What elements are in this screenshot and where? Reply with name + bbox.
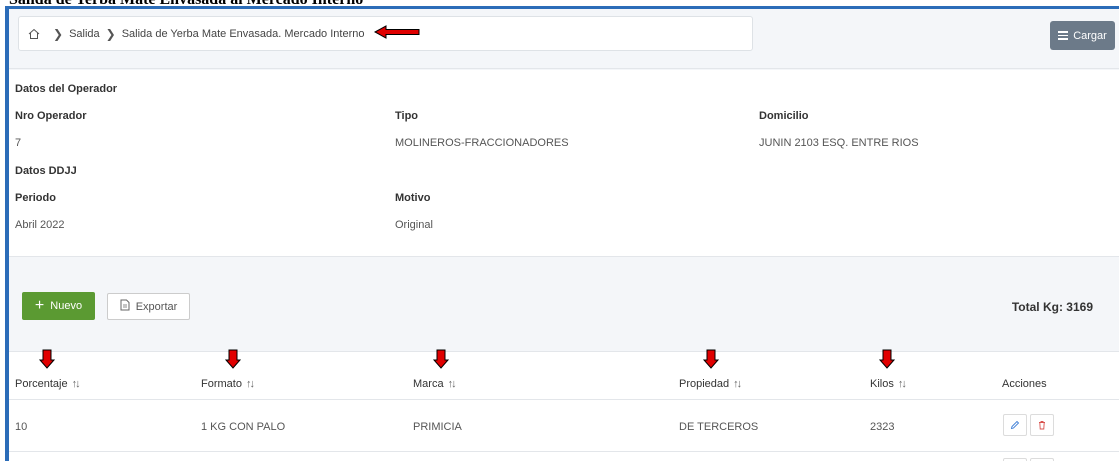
operador-section-title: Datos del Operador [15, 83, 118, 95]
breadcrumb-item-salida[interactable]: Salida [69, 28, 100, 40]
periodo-value: Abril 2022 [15, 219, 65, 231]
column-label: Acciones [1002, 378, 1047, 390]
domicilio-value: JUNIN 2103 ESQ. ENTRE RIOS [759, 137, 919, 149]
cargar-button[interactable]: Cargar [1050, 21, 1115, 50]
info-panel: Datos del Operador Nro Operador 7 Tipo M… [9, 70, 1119, 257]
sort-icon: ↑↓ [71, 378, 81, 390]
column-label: Kilos [870, 378, 894, 390]
motivo-label: Motivo [395, 192, 431, 204]
file-export-icon [120, 299, 130, 314]
sort-icon: ↑↓ [733, 378, 742, 390]
exportar-button[interactable]: Exportar [107, 293, 190, 320]
nro-operador-label: Nro Operador [15, 110, 87, 122]
data-table: Porcentaje ↑↓ Formato ↑↓ Marca ↑↓ Propie… [9, 349, 1119, 461]
delete-button[interactable] [1030, 414, 1054, 436]
column-header-acciones: Acciones [1002, 378, 1047, 390]
table-row-partial [9, 453, 1119, 461]
nuevo-button[interactable]: + Nuevo [22, 292, 95, 320]
column-label: Marca [413, 378, 444, 390]
annotation-arrow-down-icon [38, 349, 56, 374]
annotation-arrow-down-icon [432, 349, 450, 374]
column-label: Propiedad [679, 378, 730, 390]
app-frame: ❯ Salida ❯ Salida de Yerba Mate Envasada… [5, 6, 1119, 461]
sort-icon: ↑↓ [447, 378, 457, 390]
nuevo-label: Nuevo [50, 300, 83, 312]
breadcrumb-item-current: Salida de Yerba Mate Envasada. Mercado I… [121, 27, 365, 40]
cargar-label: Cargar [1073, 29, 1107, 42]
breadcrumb: ❯ Salida ❯ Salida de Yerba Mate Envasada… [18, 16, 753, 51]
cell-porcentaje: 10 [15, 421, 28, 433]
sort-icon: ↑↓ [897, 378, 907, 390]
top-bar: ❯ Salida ❯ Salida de Yerba Mate Envasada… [9, 9, 1119, 69]
exportar-label: Exportar [135, 300, 178, 313]
home-icon[interactable] [27, 27, 41, 41]
total-kg: Total Kg: 3169 [1011, 300, 1093, 314]
menu-icon [1058, 31, 1069, 40]
cell-propiedad: DE TERCEROS [679, 421, 759, 433]
column-header-kilos[interactable]: Kilos ↑↓ [870, 378, 907, 390]
motivo-value: Original [395, 219, 433, 231]
table-header: Porcentaje ↑↓ Formato ↑↓ Marca ↑↓ Propie… [9, 349, 1119, 400]
column-header-formato[interactable]: Formato ↑↓ [201, 378, 255, 390]
annotation-arrow-left-icon [374, 25, 420, 42]
tipo-label: Tipo [395, 110, 419, 122]
domicilio-label: Domicilio [759, 110, 809, 122]
trash-icon [1039, 421, 1045, 430]
annotation-arrow-down-icon [702, 349, 720, 374]
plus-icon: + [34, 297, 45, 314]
column-header-porcentaje[interactable]: Porcentaje ↑↓ [15, 378, 81, 390]
cell-kilos: 2323 [870, 421, 895, 433]
column-header-marca[interactable]: Marca ↑↓ [413, 378, 457, 390]
nro-operador-value: 7 [15, 137, 22, 149]
action-bar: + Nuevo Exportar Total Kg: 3169 [9, 273, 1119, 351]
cell-formato: 1 KG CON PALO [201, 421, 286, 433]
chevron-right-icon: ❯ [53, 26, 64, 41]
pencil-icon [1010, 420, 1020, 430]
cell-marca: PRIMICIA [413, 421, 462, 433]
chevron-right-icon: ❯ [105, 26, 116, 41]
edit-button[interactable] [1003, 414, 1027, 436]
table-row: 10 1 KG CON PALO PRIMICIA DE TERCEROS 23… [9, 401, 1119, 452]
sort-icon: ↑↓ [245, 378, 255, 390]
column-label: Porcentaje [15, 378, 68, 390]
column-header-propiedad[interactable]: Propiedad ↑↓ [679, 378, 742, 390]
annotation-arrow-down-icon [224, 349, 242, 374]
periodo-label: Periodo [15, 192, 56, 204]
column-label: Formato [201, 378, 242, 390]
ddjj-section-title: Datos DDJJ [15, 165, 77, 177]
tipo-value: MOLINEROS-FRACCIONADORES [395, 137, 569, 149]
annotation-arrow-down-icon [878, 349, 896, 374]
